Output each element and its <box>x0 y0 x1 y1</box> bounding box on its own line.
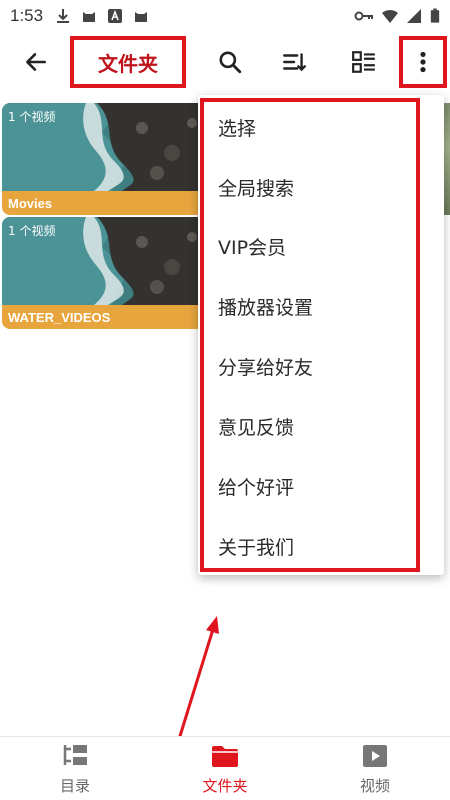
folder-name-bar: WATER_VIDEOS <box>2 305 208 329</box>
nav-tab-label: 文件夹 <box>202 777 248 795</box>
menu-item-select[interactable]: 选择 <box>218 97 408 157</box>
view-mode-button[interactable] <box>342 40 386 84</box>
more-vertical-icon <box>420 51 426 73</box>
folder-name: Movies <box>8 196 53 211</box>
menu-item-label: VIP会员 <box>218 236 287 259</box>
status-notification-icons <box>55 8 149 24</box>
key-icon <box>354 11 373 21</box>
menu-item-label: 意见反馈 <box>218 416 295 439</box>
back-button[interactable] <box>14 40 58 84</box>
menu-item-player-settings[interactable]: 播放器设置 <box>218 276 408 336</box>
signal-icon <box>407 9 421 23</box>
video-count: 1 个视频 <box>8 110 56 124</box>
search-icon <box>219 51 242 74</box>
sort-icon <box>283 53 307 72</box>
cat-app-icon <box>83 12 96 22</box>
directory-icon <box>63 745 87 765</box>
nav-tab-label: 目录 <box>59 777 90 795</box>
menu-item-feedback[interactable]: 意见反馈 <box>218 396 408 456</box>
menu-item-label: 全局搜索 <box>218 177 295 200</box>
status-bar: 1:53 <box>0 0 450 32</box>
status-time: 1:53 <box>10 6 44 25</box>
folder-name: WATER_VIDEOS <box>8 310 111 325</box>
menu-item-label: 关于我们 <box>218 536 295 559</box>
menu-item-global-search[interactable]: 全局搜索 <box>218 157 408 217</box>
menu-item-rate[interactable]: 给个好评 <box>218 456 408 516</box>
menu-item-label: 分享给好友 <box>218 356 314 379</box>
menu-item-label: 选择 <box>218 117 257 140</box>
more-options-button[interactable] <box>399 36 447 88</box>
arrow-left-icon <box>26 53 46 71</box>
nav-tab-video[interactable]: 视频 <box>315 743 435 799</box>
title-highlight-box: 文件夹 <box>70 36 186 88</box>
download-icon <box>57 9 70 23</box>
nav-tab-directory[interactable]: 目录 <box>15 743 135 799</box>
folder-card[interactable]: 1 个视频 Movies <box>2 103 208 215</box>
battery-icon <box>430 8 440 23</box>
menu-item-label: 给个好评 <box>218 476 295 499</box>
page-title: 文件夹 <box>98 51 158 76</box>
wifi-icon <box>382 9 398 23</box>
status-system-icons <box>354 7 440 25</box>
menu-item-label: 播放器设置 <box>218 296 314 319</box>
menu-item-about[interactable]: 关于我们 <box>218 516 408 576</box>
bottom-navigation: 目录 文件夹 视频 <box>0 736 450 800</box>
overflow-menu: 选择 全局搜索 VIP会员 播放器设置 分享给好友 意见反馈 给个好评 关于我们 <box>198 95 444 575</box>
list-view-icon <box>352 51 375 73</box>
folder-card[interactable]: 1 个视频 WATER_VIDEOS <box>2 217 208 329</box>
folder-name-bar: Movies <box>2 191 208 215</box>
sort-button[interactable] <box>272 40 316 84</box>
menu-item-share[interactable]: 分享给好友 <box>218 336 408 396</box>
video-icon <box>363 745 387 767</box>
nav-tab-label: 视频 <box>359 777 390 795</box>
video-count: 1 个视频 <box>8 224 56 238</box>
top-toolbar: 文件夹 <box>0 32 450 94</box>
nav-tab-folder[interactable]: 文件夹 <box>165 743 285 799</box>
menu-item-vip[interactable]: VIP会员 <box>218 216 408 276</box>
cat-app-icon-2 <box>135 12 148 22</box>
folder-icon <box>212 746 238 767</box>
font-app-icon <box>108 9 123 23</box>
search-button[interactable] <box>208 40 252 84</box>
